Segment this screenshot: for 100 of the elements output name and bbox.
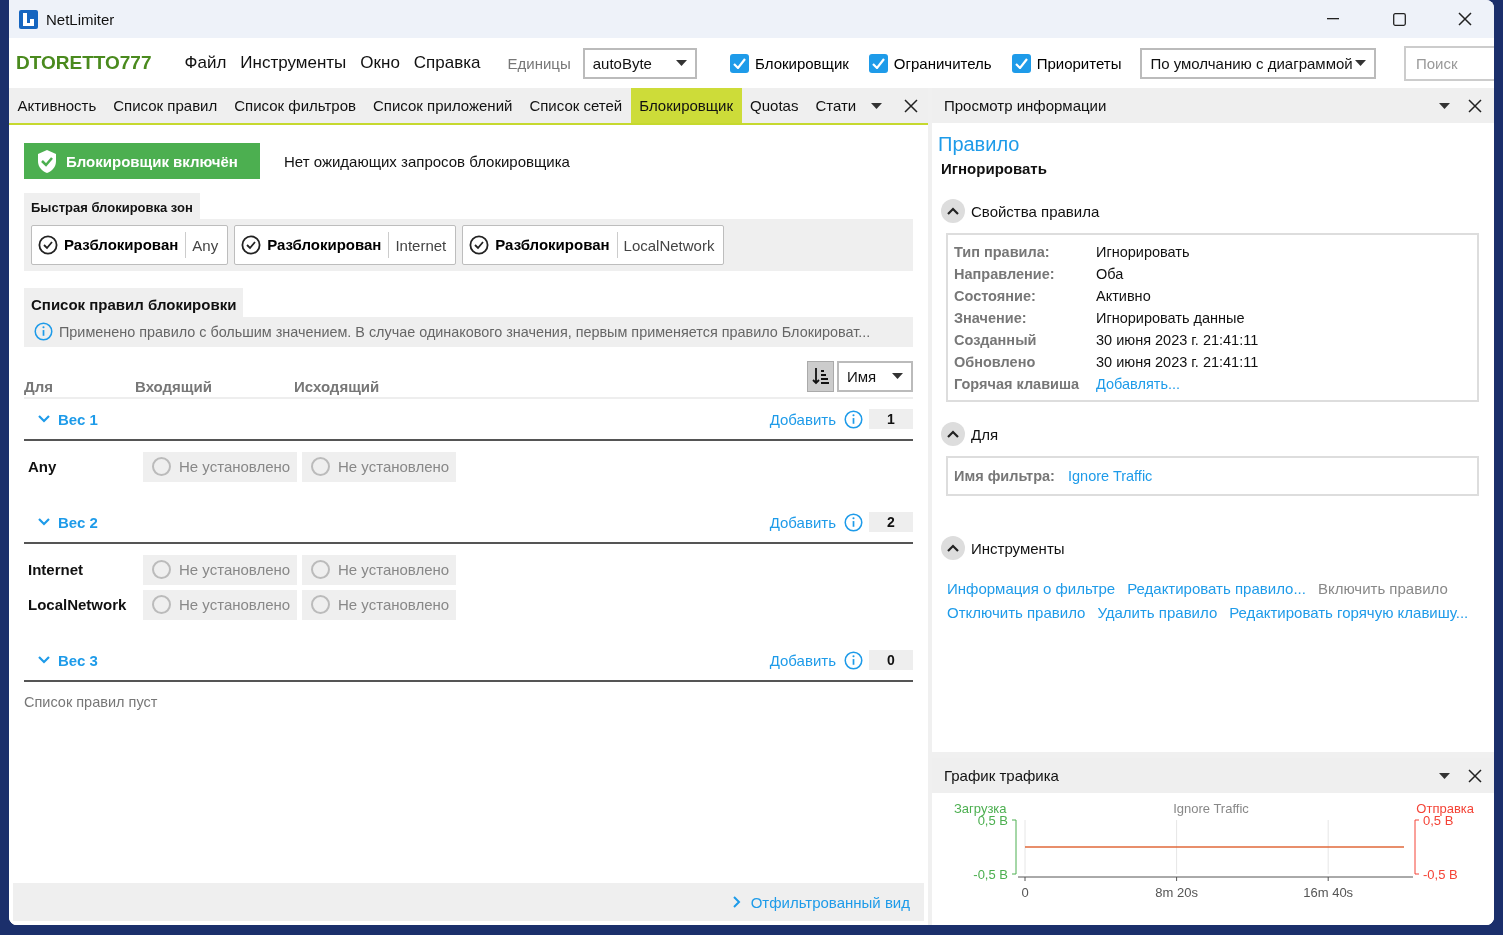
caret-icon xyxy=(870,102,882,109)
tab[interactable]: Стати xyxy=(806,88,865,123)
chart-title: Ignore Traffic xyxy=(1173,801,1249,816)
check-circle-icon xyxy=(241,235,262,255)
units-label: Единицы xyxy=(507,54,571,72)
rule-zone-name: Internet xyxy=(28,561,84,578)
y-tick-label: -0,5 B xyxy=(1423,867,1458,882)
tab[interactable]: Блокировщик xyxy=(630,88,742,123)
close-icon xyxy=(1468,98,1482,113)
tab[interactable]: Список правил xyxy=(104,88,226,123)
section-title: Быстрая блокировка зон xyxy=(24,193,200,219)
property-value: Игнорировать xyxy=(1096,244,1191,260)
info-icon xyxy=(844,650,863,670)
host-name: DTORETTO777 xyxy=(16,52,152,74)
empty-list-text: Список правил пуст xyxy=(24,694,159,710)
column-header: Входящий xyxy=(135,378,213,395)
chevron-icon xyxy=(732,896,741,908)
info-icon xyxy=(844,512,863,532)
sort-button[interactable] xyxy=(807,360,834,392)
tab[interactable]: Список приложений xyxy=(364,88,521,123)
shield-check-icon xyxy=(36,148,58,174)
property-label: Тип правила: xyxy=(954,244,1051,260)
chevron-icon xyxy=(38,415,50,423)
property-value: 30 июня 2023 г. 21:41:11 xyxy=(1096,332,1260,348)
app-logo-icon xyxy=(19,9,38,29)
toggle-checkbox[interactable]: Приоритеты xyxy=(1011,53,1122,73)
close-icon xyxy=(903,98,918,113)
rule-name: Игнорировать xyxy=(941,160,1048,177)
pending-requests-text: Нет ожидающих запросов блокировщика xyxy=(284,152,570,170)
menu-item[interactable]: Инструменты xyxy=(233,53,354,73)
check-circle-icon xyxy=(38,235,58,255)
zone-toggle-button[interactable]: Разблокирован Any xyxy=(31,225,229,265)
sort-dropdown[interactable]: Имя xyxy=(837,360,913,392)
caret-icon xyxy=(892,373,903,379)
property-label: Состояние: xyxy=(954,288,1037,304)
caret-icon xyxy=(1355,60,1366,66)
toggle-checkbox[interactable]: Блокировщик xyxy=(730,53,849,73)
caret-icon xyxy=(1439,102,1450,109)
property-label: Обновлено xyxy=(954,354,1037,370)
chevron-icon xyxy=(38,518,50,526)
tab[interactable]: Quotas xyxy=(741,88,807,123)
maximize-icon xyxy=(1392,12,1406,26)
caret-icon xyxy=(1439,772,1450,779)
check-circle-icon xyxy=(469,235,490,255)
checkmark-icon xyxy=(733,57,747,69)
menu-item[interactable]: Окно xyxy=(353,53,407,73)
layout-dropdown[interactable]: По умолчанию с диаграммой xyxy=(1140,47,1376,79)
tab[interactable]: Список сетей xyxy=(520,88,631,123)
info-icon xyxy=(34,322,53,341)
group-count: 0 xyxy=(869,650,913,670)
menu-item[interactable]: Справка xyxy=(406,53,488,73)
x-axis: 0 8m 20s 16m 40s xyxy=(1017,876,1414,900)
info-icon xyxy=(844,409,863,429)
property-label: Имя фильтра: xyxy=(954,468,1056,484)
property-label: Созданный xyxy=(954,332,1038,348)
section-toggle[interactable]: Свойства правила xyxy=(941,199,1100,223)
property-value: Оба xyxy=(1096,266,1125,282)
property-label: Горячая клавиша xyxy=(954,376,1081,392)
column-header: Для xyxy=(24,378,54,395)
column-header: Исходящий xyxy=(294,378,381,395)
legend-label: Отправка xyxy=(1416,801,1474,816)
checkmark-icon xyxy=(1014,57,1028,69)
sort-icon xyxy=(811,367,830,385)
menu-item[interactable]: Файл xyxy=(177,53,234,73)
section-toggle[interactable]: Для xyxy=(941,422,999,446)
toggle-checkbox[interactable]: Ограничитель xyxy=(868,53,992,73)
x-tick-label: 8m 20s xyxy=(1155,885,1199,900)
x-tick-label: 0 xyxy=(1021,885,1029,900)
checkmark-icon xyxy=(871,57,885,69)
minimize-icon xyxy=(1327,18,1339,20)
x-tick-label: 16m 40s xyxy=(1303,885,1354,900)
property-label: Значение: xyxy=(954,310,1028,326)
units-dropdown[interactable]: autoByte xyxy=(582,47,698,79)
caret-icon xyxy=(676,60,688,66)
section-title: Список правил блокировки xyxy=(24,288,244,317)
property-value: Игнорировать данные xyxy=(1096,310,1246,326)
window-title: NetLimiter xyxy=(46,10,116,28)
property-value: Активно xyxy=(1096,288,1152,304)
rule-heading: Правило xyxy=(938,133,1021,156)
close-icon xyxy=(1468,768,1482,783)
zone-toggle-button[interactable]: Разблокирован Internet xyxy=(234,225,457,265)
group-count: 1 xyxy=(869,409,913,429)
property-label: Направление: xyxy=(954,266,1056,282)
info-text: Применено правило с большим значением. В случае одинакового значения, первым применяется правило Блокироват... xyxy=(59,323,871,340)
chevron-icon xyxy=(38,656,50,664)
close-icon xyxy=(1458,12,1472,26)
legend-label: Загрузка xyxy=(954,801,1007,816)
section-toggle[interactable]: Инструменты xyxy=(941,536,1065,560)
tab[interactable]: Активность xyxy=(9,88,105,123)
rule-zone-name: LocalNetwork xyxy=(28,596,128,613)
y-tick-label: -0,5 B xyxy=(973,867,1008,882)
property-value: 30 июня 2023 г. 21:41:11 xyxy=(1096,354,1260,370)
tab[interactable]: Список фильтров xyxy=(225,88,365,123)
y-axis xyxy=(1414,819,1420,875)
panel-title: График трафика xyxy=(944,767,1060,784)
zone-toggle-button[interactable]: Разблокирован LocalNetwork xyxy=(462,225,725,265)
y-axis xyxy=(1011,819,1017,875)
group-count: 2 xyxy=(869,512,913,532)
rule-zone-name: Any xyxy=(28,458,58,475)
search-field[interactable]: Поиск xyxy=(1404,45,1494,81)
